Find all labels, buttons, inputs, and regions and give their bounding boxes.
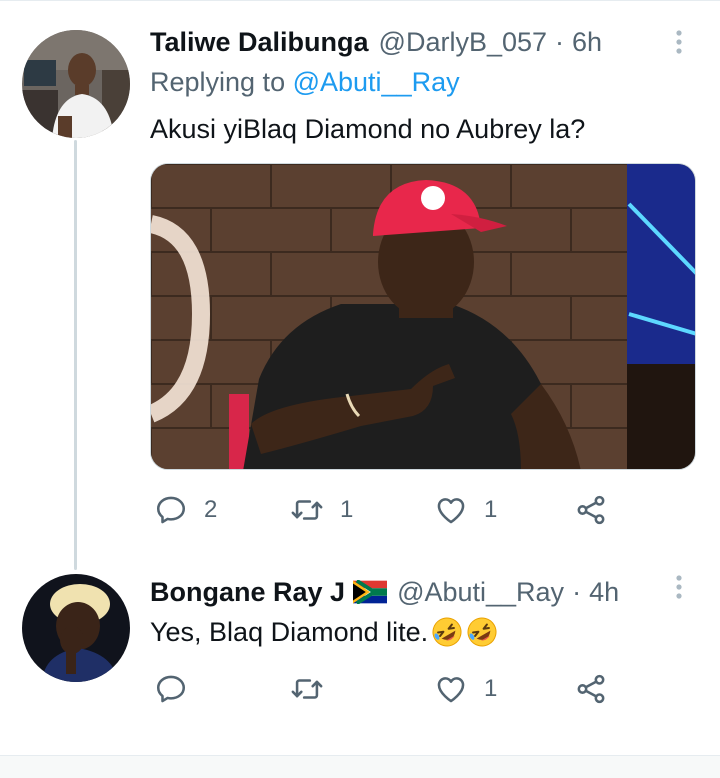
like-count: 1 [484, 675, 498, 702]
more-options-button[interactable] [664, 572, 694, 602]
media-photo [151, 164, 695, 469]
like-button[interactable]: 1 [434, 490, 497, 530]
like-button[interactable]: 1 [434, 669, 497, 709]
reply-icon [156, 675, 186, 703]
display-name[interactable]: Taliwe Dalibunga [150, 27, 369, 58]
tweet-header: Bongane Ray J @Abuti__Ray · 4h [150, 574, 619, 610]
tweet-text-content: Yes, Blaq Diamond lite. [150, 616, 429, 647]
more-vertical-icon [676, 575, 682, 599]
tweet[interactable]: Bongane Ray J @Abuti__Ray · 4h Yes, Blaq… [0, 555, 720, 755]
share-button[interactable] [574, 490, 608, 530]
retweet-icon [291, 500, 323, 520]
avatar-image [22, 30, 130, 138]
separator-dot: · [555, 26, 565, 57]
share-icon [577, 674, 605, 704]
heart-icon [437, 677, 465, 703]
rolling-on-floor-laughing-emoji-icon [466, 616, 498, 648]
tweet-text: Akusi yiBlaq Diamond no Aubrey la? [150, 114, 586, 144]
retweet-count: 1 [340, 496, 354, 523]
reply-count: 2 [204, 496, 218, 523]
user-handle[interactable]: @DarlyB_057 [379, 27, 548, 58]
retweet-button[interactable]: 1 [290, 490, 353, 530]
avatar[interactable] [22, 574, 130, 682]
avatar-image [22, 574, 130, 682]
separator-dot: · [572, 576, 582, 607]
replying-to-handle[interactable]: @Abuti__Ray [293, 67, 460, 97]
more-options-button[interactable] [664, 27, 694, 57]
more-vertical-icon [676, 30, 682, 54]
heart-icon [437, 498, 465, 524]
timestamp[interactable]: 4h [589, 577, 619, 608]
share-button[interactable] [574, 669, 608, 709]
rolling-on-floor-laughing-emoji-icon [431, 616, 463, 648]
reply-icon [156, 496, 186, 524]
tweet-actions: 1 [150, 669, 630, 709]
tweet[interactable]: Taliwe Dalibunga @DarlyB_057 · 6h Replyi… [0, 0, 720, 555]
avatar[interactable] [22, 30, 130, 138]
user-handle[interactable]: @Abuti__Ray [397, 577, 564, 608]
tweet-text: Yes, Blaq Diamond lite. [150, 616, 498, 648]
tweet-image[interactable] [150, 163, 696, 470]
timestamp[interactable]: 6h [572, 27, 602, 58]
replying-to: Replying to @Abuti__Ray [150, 67, 460, 98]
tweet-actions: 2 1 1 [150, 490, 630, 530]
replying-to-label: Replying to [150, 67, 286, 97]
next-tweet-edge [0, 756, 720, 778]
retweet-button[interactable] [290, 669, 324, 709]
display-name[interactable]: Bongane Ray J [150, 577, 345, 608]
tweet-header: Taliwe Dalibunga @DarlyB_057 · 6h [150, 24, 602, 60]
share-icon [577, 495, 605, 525]
retweet-icon [291, 679, 323, 699]
reply-button[interactable] [154, 669, 188, 709]
reply-button[interactable]: 2 [154, 490, 217, 530]
south-africa-flag-icon [353, 579, 389, 605]
like-count: 1 [484, 496, 498, 523]
